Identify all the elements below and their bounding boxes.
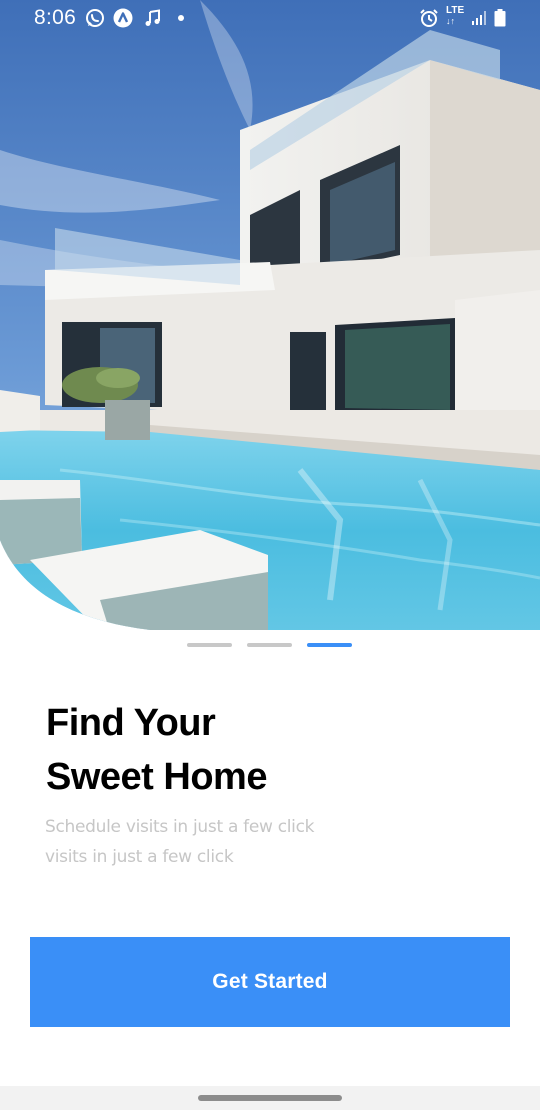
status-time: 8:06 [34,6,77,29]
onboarding-subtitle-line: visits in just a few click [45,847,234,867]
app-notification-icon [112,7,134,29]
onboarding-subtitle-line: Schedule visits in just a few click [45,817,315,837]
alarm-icon [418,7,440,29]
system-navigation-bar [0,1086,540,1110]
whatsapp-icon [84,7,106,29]
get-started-button[interactable]: Get Started [30,937,510,1027]
home-gesture-handle[interactable] [198,1095,342,1101]
onboarding-title-line: Sweet Home [46,756,267,798]
onboarding-title-line: Find Your [46,702,216,744]
more-notifications-dot-icon [176,7,186,29]
battery-icon [493,7,507,29]
network-type-label: LTE [446,5,465,16]
network-activity-arrows: ↓↑ [446,16,455,26]
page-indicator-dot-active[interactable] [307,643,352,647]
onboarding-title: Find Your Sweet Home [46,696,446,804]
signal-icon [470,7,488,29]
onboarding-subtitle: Schedule visits in just a few click visi… [45,812,375,872]
music-note-icon [143,7,163,29]
status-bar: 8:06 LTE ↓↑ [0,0,540,36]
page-indicator-dot[interactable] [187,643,232,647]
hero-image [0,0,540,632]
page-indicator-dot[interactable] [247,643,292,647]
